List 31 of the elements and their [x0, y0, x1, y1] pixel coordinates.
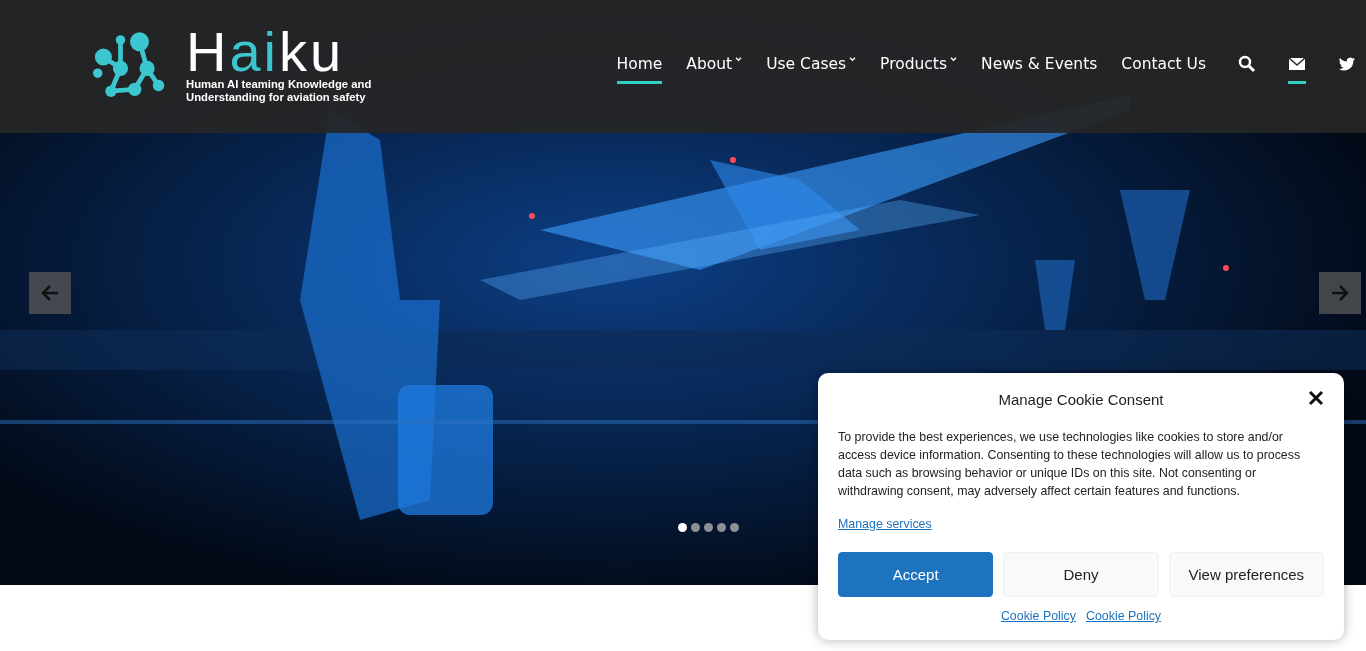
caret-icon [950, 57, 958, 62]
slide-dot[interactable] [730, 523, 739, 532]
slide-dot[interactable] [704, 523, 713, 532]
nav-link[interactable]: Use Cases [766, 47, 857, 84]
slide-dot[interactable] [691, 523, 700, 532]
slide-dot[interactable] [678, 523, 687, 532]
nav-link[interactable]: Products [880, 47, 958, 84]
caret-icon [735, 57, 743, 62]
arrow-right-icon [1330, 283, 1350, 303]
arrow-left-icon [40, 283, 60, 303]
nav-link[interactable]: About [686, 47, 743, 84]
manage-services-link[interactable]: Manage services [838, 517, 932, 531]
close-button[interactable] [1308, 390, 1324, 406]
consent-button[interactable]: View preferences [1168, 552, 1324, 597]
logo-wordmark: Haiku [186, 27, 345, 76]
nav-link[interactable]: Contact Us [1121, 47, 1206, 84]
logo-tagline: Human AI teaming Knowledge and Understanding for aviation safety [186, 77, 373, 104]
policy-link[interactable]: Cookie Policy [1086, 609, 1162, 623]
consent-button[interactable]: Deny [1003, 552, 1159, 597]
consent-text: To provide the best experiences, we use technologies like cookies to store and/or access device information. Consenting to these technologies will allow us to process data such as browsing behavior or unique IDs on this site. Not consenting or withdrawing consent, may adversely affect certain features and functions. [838, 429, 1302, 500]
accept-button[interactable]: Accept [838, 552, 994, 597]
mail-icon [1288, 55, 1306, 73]
bird-icon [1338, 55, 1356, 73]
search-icon [1238, 55, 1256, 73]
nav-link[interactable]: Home [616, 47, 663, 84]
caret-icon [849, 57, 857, 62]
slide-dot[interactable] [717, 523, 726, 532]
dialog-title: Manage Cookie Consent [998, 390, 1164, 408]
policy-link[interactable]: Cookie Policy [1000, 609, 1076, 623]
close-icon [1308, 390, 1324, 406]
nav-link[interactable]: News & Events [981, 47, 1098, 84]
